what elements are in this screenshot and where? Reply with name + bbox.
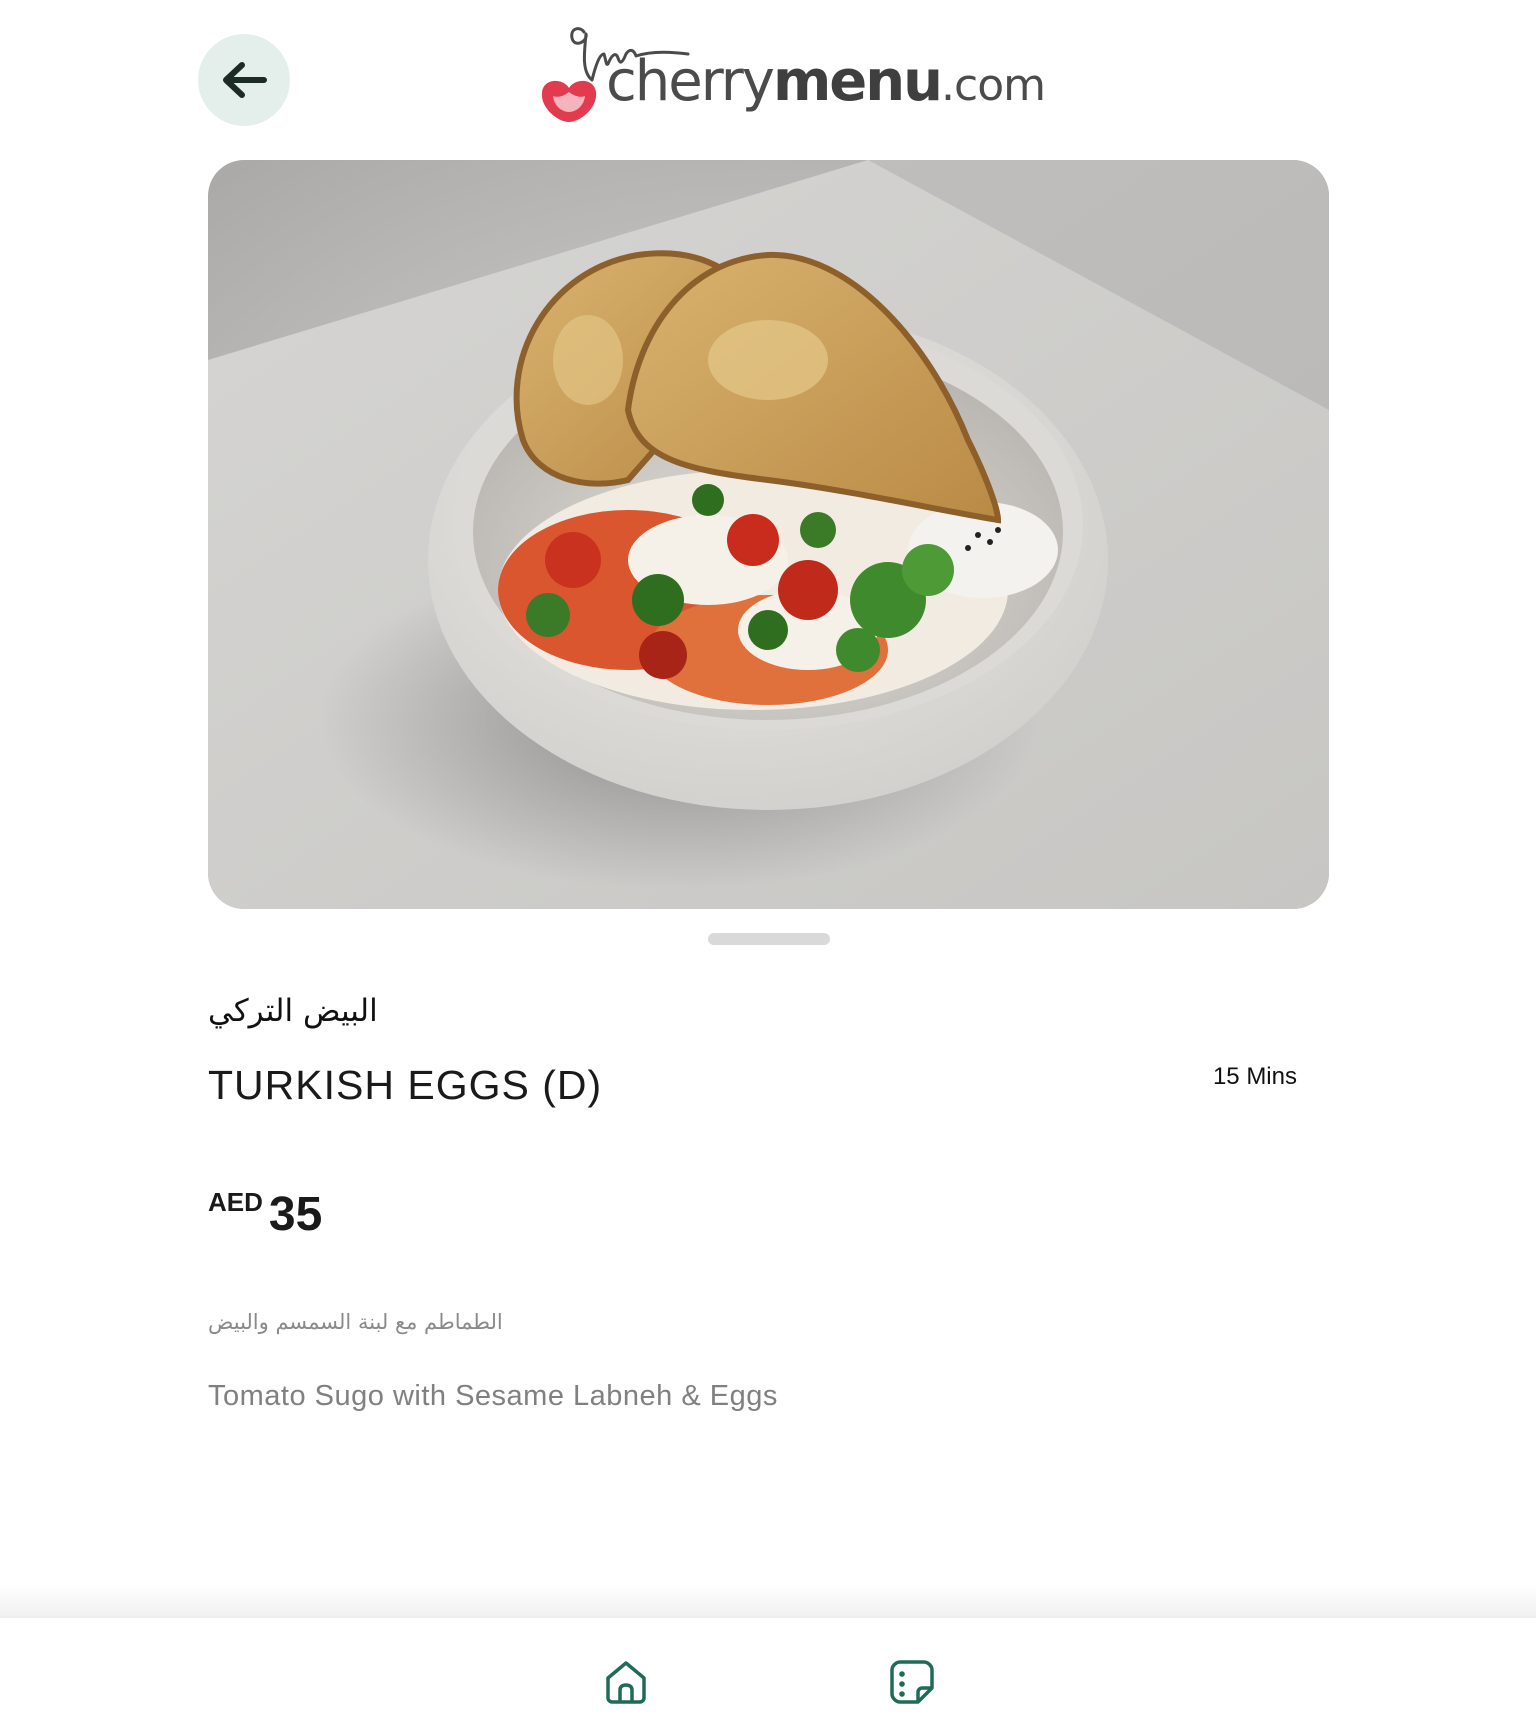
prep-time: 15 Mins	[1212, 1063, 1297, 1090]
nav-menu-button[interactable]	[888, 1658, 936, 1706]
price-amount: 35	[268, 1188, 323, 1241]
bottom-nav-shadow	[0, 1584, 1536, 1618]
item-name-arabic: البيض التركي	[208, 993, 378, 1029]
cherry-icon	[538, 72, 600, 130]
item-price: AED 35	[208, 1185, 322, 1239]
item-description: Tomato Sugo with Sesame Labneh & Eggs	[208, 1380, 778, 1412]
back-button[interactable]	[198, 34, 290, 126]
item-image[interactable]	[208, 160, 1329, 909]
logo-text-light: cherry	[606, 49, 775, 114]
arrow-left-icon	[220, 60, 268, 100]
menu-card-icon	[888, 1658, 936, 1706]
carousel-indicator[interactable]	[708, 933, 830, 945]
price-currency: AED	[208, 1187, 263, 1217]
logo-text-bold: menu	[772, 49, 943, 114]
item-description-arabic: الطماطم مع لبنة السمسم والبيض	[208, 1310, 503, 1334]
nav-home-button[interactable]	[602, 1658, 650, 1706]
bottom-nav	[0, 1618, 1536, 1736]
item-name: TURKISH EGGS (D)	[208, 1062, 603, 1108]
logo-wordmark: cherrymenu.com	[606, 54, 1046, 111]
logo-text-domain: .com	[941, 60, 1046, 111]
home-icon	[602, 1658, 650, 1706]
cherrymenu-logo: cherrymenu.com	[538, 24, 1046, 136]
